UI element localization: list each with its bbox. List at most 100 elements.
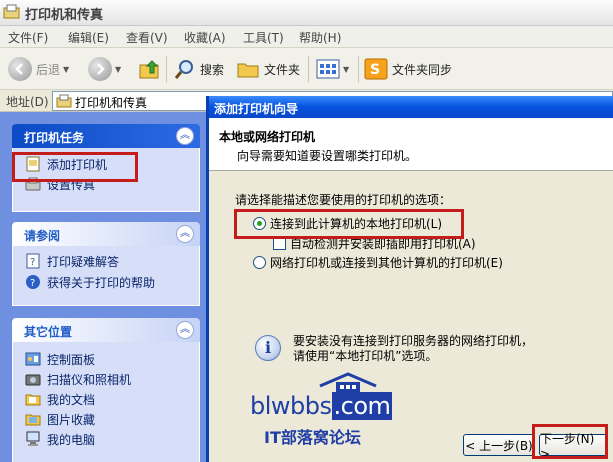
printer-tasks-header[interactable]: 打印机任务 ︽	[12, 124, 200, 148]
task-pane: 打印机任务 ︽ 添加打印机 设置传真 请参阅 ︽ ? 打印疑难解答 ? 获得关于…	[0, 112, 206, 462]
menu-help[interactable]: 帮助(H)	[299, 29, 341, 46]
watermark-site: blwbbs	[250, 392, 332, 420]
wizard-header: 本地或网络打印机 向导需要知道要设置哪类打印机。	[209, 118, 613, 171]
help-circle-icon: ?	[26, 275, 40, 289]
info-line-2: 请使用“本地打印机”选项。	[293, 349, 438, 363]
network-printer-label[interactable]: 网络打印机或连接到其他计算机的打印机(E)	[270, 254, 503, 271]
sidebar-item-print-help[interactable]: ? 获得关于打印的帮助	[25, 273, 155, 291]
folders-label: 文件夹	[264, 62, 301, 77]
svg-text:S: S	[370, 62, 380, 78]
menu-favorites[interactable]: 收藏(A)	[184, 29, 226, 46]
folder-sync-icon: S	[364, 58, 388, 80]
autodetect-label[interactable]: 自动检测并安装即插即用打印机(A)	[290, 235, 476, 252]
documents-folder-icon	[25, 394, 41, 406]
sidebar-item-setup-fax[interactable]: 设置传真	[25, 175, 95, 193]
watermark-subtitle: IT部落窝论坛	[264, 428, 361, 447]
up-folder-icon	[139, 60, 159, 79]
help-book-icon: ?	[26, 253, 40, 269]
back-arrow-icon	[8, 57, 32, 81]
sidebar-item-troubleshoot[interactable]: ? 打印疑难解答	[25, 252, 119, 270]
address-value: 打印机和传真	[75, 96, 148, 110]
wizard-header-desc: 向导需要知道要设置哪类打印机。	[237, 149, 418, 163]
sidebar-item-my-documents[interactable]: 我的文档	[25, 390, 95, 408]
sidebar-item-label: 我的电脑	[47, 432, 96, 447]
printer-tasks-body: 添加打印机 设置传真	[12, 148, 200, 212]
folder-sync-button[interactable]: S 文件夹同步	[364, 56, 452, 82]
sidebar-item-my-pictures[interactable]: 图片收藏	[25, 410, 95, 428]
see-also-body: ? 打印疑难解答 ? 获得关于打印的帮助	[12, 246, 200, 306]
other-places-panel: 其它位置 ︽ 控制面板 扫描仪和照相机 我的文档 图片收藏 我的电脑	[12, 318, 200, 462]
autodetect-checkbox[interactable]	[273, 237, 286, 250]
house-logo-icon	[319, 372, 377, 394]
watermark-url: blwbbs.com	[250, 392, 393, 422]
up-folder-button[interactable]	[138, 56, 162, 82]
search-icon	[174, 60, 193, 79]
svg-text:?: ?	[30, 278, 35, 289]
menu-bar: 文件(F) 编辑(E) 查看(V) 收藏(A) 工具(T) 帮助(H)	[0, 26, 613, 48]
collapse-chevron-icon[interactable]: ︽	[176, 225, 194, 243]
svg-text:?: ?	[30, 257, 35, 268]
folders-button[interactable]: 文件夹	[236, 56, 300, 82]
wizard-prompt: 请选择能描述您要使用的打印机的选项：	[235, 193, 452, 207]
sidebar-item-label: 添加打印机	[47, 157, 108, 172]
printer-folder-icon	[3, 4, 20, 19]
add-printer-icon	[26, 156, 40, 172]
address-label: 地址(D)	[6, 95, 49, 109]
local-printer-radio[interactable]	[253, 217, 266, 230]
menu-file[interactable]: 文件(F)	[8, 29, 48, 46]
views-icon	[316, 59, 340, 79]
sidebar-item-label: 图片收藏	[47, 412, 96, 427]
sidebar-item-label: 控制面板	[47, 352, 96, 367]
back-button[interactable]: 后退 ▼	[8, 56, 69, 82]
watermark-tld: .com	[331, 392, 393, 420]
sidebar-item-label: 设置传真	[47, 177, 96, 192]
other-places-header[interactable]: 其它位置 ︽	[12, 318, 200, 342]
see-also-header[interactable]: 请参阅 ︽	[12, 222, 200, 246]
search-label: 搜索	[200, 62, 225, 77]
sidebar-item-scanners-cameras[interactable]: 扫描仪和照相机	[25, 370, 131, 388]
back-dropdown-icon[interactable]: ▼	[63, 65, 69, 74]
printer-tasks-panel: 打印机任务 ︽ 添加打印机 设置传真	[12, 124, 200, 212]
sidebar-item-label: 打印疑难解答	[47, 254, 120, 269]
toolbar: 后退 ▼ ▼ 搜索 文件夹 ▼ S 文件夹同步	[0, 48, 613, 90]
sidebar-item-control-panel[interactable]: 控制面板	[25, 350, 95, 368]
other-places-title: 其它位置	[24, 325, 73, 339]
folders-icon	[237, 63, 259, 78]
sidebar-item-label: 我的文档	[47, 392, 96, 407]
back-step-button[interactable]: < 上一步(B)	[463, 434, 535, 456]
printer-tasks-title: 打印机任务	[24, 131, 85, 145]
pictures-folder-icon	[25, 414, 41, 426]
sidebar-item-label: 扫描仪和照相机	[47, 372, 132, 387]
other-places-body: 控制面板 扫描仪和照相机 我的文档 图片收藏 我的电脑	[12, 342, 200, 462]
collapse-chevron-icon[interactable]: ︽	[176, 127, 194, 145]
computer-icon	[26, 431, 40, 446]
info-icon: i	[255, 335, 281, 361]
forward-arrow-icon	[88, 57, 112, 81]
menu-view[interactable]: 查看(V)	[126, 29, 168, 46]
forward-dropdown-icon[interactable]: ▼	[115, 65, 121, 74]
collapse-chevron-icon[interactable]: ︽	[176, 321, 194, 339]
search-button[interactable]: 搜索	[174, 56, 224, 82]
control-panel-icon	[25, 352, 41, 366]
views-button[interactable]: ▼	[316, 56, 349, 82]
views-dropdown-icon[interactable]: ▼	[343, 65, 349, 74]
see-also-title: 请参阅	[24, 229, 61, 243]
sidebar-item-add-printer[interactable]: 添加打印机	[25, 155, 107, 173]
menu-tools[interactable]: 工具(T)	[243, 29, 284, 46]
next-step-button[interactable]: 下一步(N) >	[539, 432, 607, 461]
camera-icon	[25, 374, 41, 386]
sidebar-item-my-computer[interactable]: 我的电脑	[25, 430, 95, 448]
fax-icon	[25, 177, 41, 191]
network-printer-radio[interactable]	[253, 256, 266, 269]
menu-edit[interactable]: 编辑(E)	[68, 29, 109, 46]
wizard-header-title: 本地或网络打印机	[219, 130, 316, 144]
folder-sync-label: 文件夹同步	[392, 62, 453, 77]
back-label: 后退	[36, 62, 61, 77]
sidebar-item-label: 获得关于打印的帮助	[47, 275, 156, 290]
forward-button[interactable]: ▼	[88, 56, 121, 82]
wizard-title[interactable]: 添加打印机向导	[209, 96, 613, 118]
window-title: 打印机和传真	[25, 8, 104, 23]
printer-folder-small-icon	[56, 94, 72, 108]
local-printer-label[interactable]: 连接到此计算机的本地打印机(L)	[270, 215, 442, 232]
see-also-panel: 请参阅 ︽ ? 打印疑难解答 ? 获得关于打印的帮助	[12, 222, 200, 306]
